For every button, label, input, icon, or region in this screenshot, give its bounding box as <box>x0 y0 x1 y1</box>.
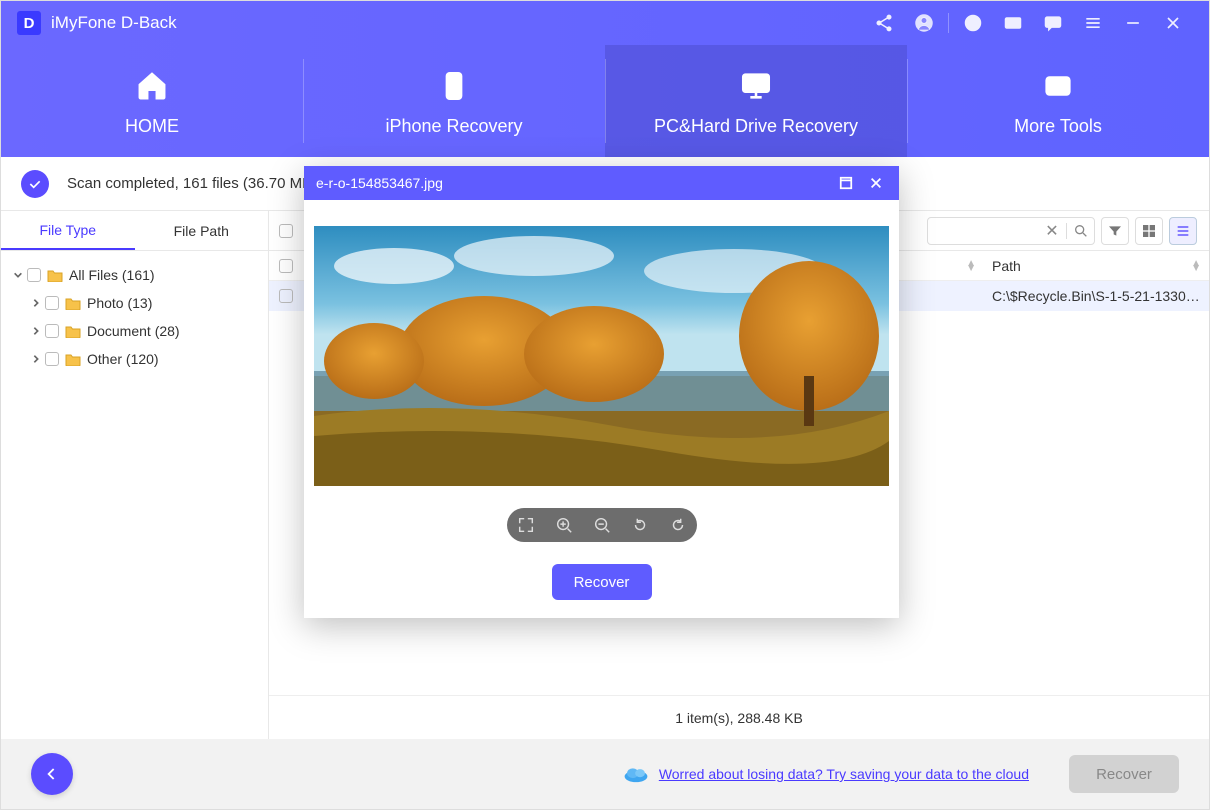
rotate-right-icon[interactable] <box>667 514 689 536</box>
modal-filename: e-r-o-154853467.jpg <box>316 175 443 191</box>
more-icon <box>1041 66 1075 106</box>
gear-icon[interactable] <box>962 12 984 34</box>
clear-search-icon[interactable]: ✕ <box>1038 221 1066 241</box>
grid-view-icon[interactable] <box>1135 217 1163 245</box>
modal-maximize-icon[interactable] <box>835 172 857 194</box>
tree-document-label: Document (28) <box>87 323 180 339</box>
tree-photo-label: Photo (13) <box>87 295 152 311</box>
folder-icon <box>47 268 63 282</box>
file-tree: All Files (161) Photo (13) Document (28)… <box>1 251 268 383</box>
modal-image-area <box>304 200 899 496</box>
sort-icon[interactable]: ▲▼ <box>1191 261 1201 271</box>
nav-home[interactable]: HOME <box>1 45 303 157</box>
list-view-icon[interactable] <box>1169 217 1197 245</box>
tree-other-label: Other (120) <box>87 351 159 367</box>
chat-icon[interactable] <box>1042 12 1064 34</box>
status-check-icon <box>21 170 49 198</box>
search-icon[interactable] <box>1066 223 1094 239</box>
nav-iphone-recovery[interactable]: iPhone Recovery <box>303 45 605 157</box>
folder-icon <box>65 296 81 310</box>
app-title: iMyFone D-Back <box>51 13 177 33</box>
nav-iphone-label: iPhone Recovery <box>385 116 522 137</box>
share-icon[interactable] <box>873 12 895 34</box>
checkbox-header[interactable] <box>279 259 293 273</box>
tree-photo[interactable]: Photo (13) <box>1 289 268 317</box>
fullscreen-icon[interactable] <box>515 514 537 536</box>
tab-file-type[interactable]: File Type <box>1 211 135 250</box>
nav-pc-recovery[interactable]: PC&Hard Drive Recovery <box>605 45 907 157</box>
zoom-out-icon[interactable] <box>591 514 613 536</box>
tree-other[interactable]: Other (120) <box>1 345 268 373</box>
minimize-icon[interactable] <box>1122 12 1144 34</box>
menu-icon[interactable] <box>1082 12 1104 34</box>
column-path-label: Path <box>992 258 1021 274</box>
checkbox-document[interactable] <box>45 324 59 338</box>
tab-file-path[interactable]: File Path <box>135 211 269 250</box>
chevron-right-icon[interactable] <box>29 296 43 310</box>
tree-document[interactable]: Document (28) <box>1 317 268 345</box>
checkbox-row[interactable] <box>279 289 293 303</box>
chevron-right-icon[interactable] <box>29 324 43 338</box>
close-icon[interactable] <box>1162 12 1184 34</box>
app-logo: D <box>17 11 41 35</box>
account-icon[interactable] <box>913 12 935 34</box>
rotate-left-icon[interactable] <box>629 514 651 536</box>
tree-all-files-label: All Files (161) <box>69 267 155 283</box>
back-button[interactable] <box>31 753 73 795</box>
nav-more-label: More Tools <box>1014 116 1102 137</box>
chevron-right-icon[interactable] <box>29 352 43 366</box>
monitor-key-icon <box>739 66 773 106</box>
home-icon <box>135 66 169 106</box>
titlebar: D iMyFone D-Back <box>1 1 1209 45</box>
checkbox-select-all[interactable] <box>279 224 293 238</box>
cloud-promo: Worred about losing data? Try saving you… <box>623 765 1029 783</box>
column-path[interactable]: Path ▲▼ <box>984 258 1209 274</box>
preview-modal: e-r-o-154853467.jpg <box>304 166 899 618</box>
mail-icon[interactable] <box>1002 12 1024 34</box>
modal-close-icon[interactable] <box>865 172 887 194</box>
main-nav: HOME iPhone Recovery PC&Hard Drive Recov… <box>1 45 1209 157</box>
footer-recover-button[interactable]: Recover <box>1069 755 1179 793</box>
phone-refresh-icon <box>437 66 471 106</box>
table-footer: 1 item(s), 288.48 KB <box>269 695 1209 739</box>
checkbox-all[interactable] <box>27 268 41 282</box>
nav-more-tools[interactable]: More Tools <box>907 45 1209 157</box>
sidebar-tabs: File Type File Path <box>1 211 268 251</box>
sidebar: File Type File Path All Files (161) Phot… <box>1 211 269 739</box>
filter-icon[interactable] <box>1101 217 1129 245</box>
sort-icon[interactable]: ▲▼ <box>966 261 976 271</box>
chevron-down-icon[interactable] <box>11 268 25 282</box>
checkbox-other[interactable] <box>45 352 59 366</box>
preview-controls <box>507 508 697 542</box>
tree-all-files[interactable]: All Files (161) <box>1 261 268 289</box>
modal-recover-button[interactable]: Recover <box>552 564 652 600</box>
search-box: ✕ <box>927 217 1095 245</box>
preview-image <box>314 226 889 486</box>
cell-path: C:\$Recycle.Bin\S-1-5-21-133012... <box>984 288 1209 304</box>
checkbox-photo[interactable] <box>45 296 59 310</box>
nav-pc-label: PC&Hard Drive Recovery <box>654 116 858 137</box>
folder-icon <box>65 324 81 338</box>
cloud-icon <box>623 765 649 783</box>
modal-titlebar: e-r-o-154853467.jpg <box>304 166 899 200</box>
status-message: Scan completed, 161 files (36.70 MB) h <box>67 175 330 192</box>
zoom-in-icon[interactable] <box>553 514 575 536</box>
cloud-link[interactable]: Worred about losing data? Try saving you… <box>659 766 1029 782</box>
folder-icon <box>65 352 81 366</box>
footer: Worred about losing data? Try saving you… <box>1 739 1209 809</box>
nav-home-label: HOME <box>125 116 179 137</box>
